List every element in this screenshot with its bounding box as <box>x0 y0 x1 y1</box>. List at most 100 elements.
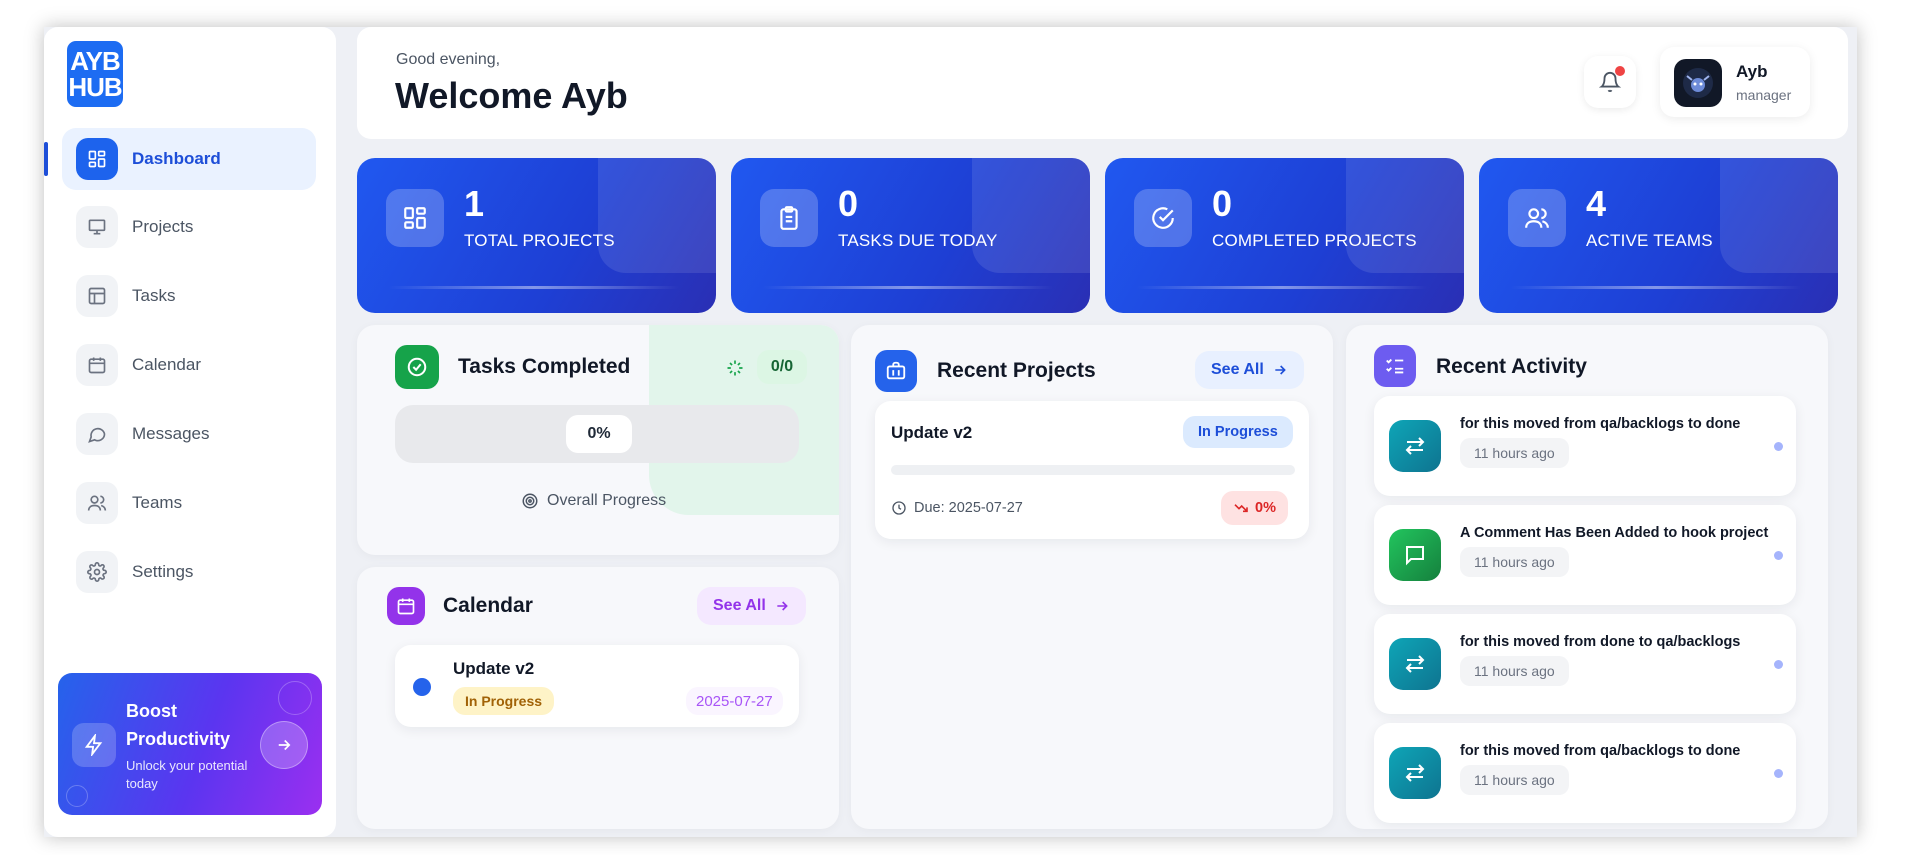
sidebar-item-calendar[interactable]: Calendar <box>62 334 316 396</box>
stat-card-completed-projects[interactable]: 0 COMPLETED PROJECTS <box>1105 158 1464 313</box>
user-profile-button[interactable]: Ayb manager <box>1660 47 1810 117</box>
chat-icon <box>76 413 118 455</box>
unread-dot <box>1774 442 1783 451</box>
stat-label: COMPLETED PROJECTS <box>1212 231 1417 250</box>
sidebar-item-label: Calendar <box>132 355 201 374</box>
sidebar-item-dashboard[interactable]: Dashboard <box>44 128 316 190</box>
target-icon <box>522 493 538 509</box>
project-name: Update v2 <box>891 423 973 442</box>
stat-label: TOTAL PROJECTS <box>464 231 615 250</box>
calendar-see-all-button[interactable]: See All <box>697 587 806 625</box>
activity-text: for this moved from qa/backlogs to done <box>1460 416 1741 432</box>
sidebar-item-label: Settings <box>132 562 194 581</box>
caption-text: Overall Progress <box>547 492 667 509</box>
card-shine-line <box>389 286 679 289</box>
unread-dot <box>1774 769 1783 778</box>
app-logo[interactable]: AYB HUB <box>67 41 123 107</box>
clock-icon <box>892 501 906 515</box>
grid-icon <box>386 189 444 247</box>
status-badge: In Progress <box>453 687 555 715</box>
activity-item[interactable]: for this moved from qa/backlogs to done … <box>1374 723 1796 823</box>
swap-arrows-icon <box>1389 420 1441 472</box>
overall-progress-caption: Overall Progress <box>521 492 666 510</box>
trending-down-icon <box>1234 504 1248 513</box>
activity-text: A Comment Has Been Added to hook project <box>1460 525 1769 541</box>
lightning-icon <box>72 723 116 767</box>
avatar-image <box>1683 68 1713 98</box>
decorative-ring <box>66 785 88 807</box>
layout-icon <box>76 275 118 317</box>
calendar-icon <box>76 344 118 386</box>
sparkle-icon <box>725 358 745 383</box>
see-all-label: See All <box>713 597 766 614</box>
briefcase-icon <box>875 350 917 392</box>
logo-line-2: HUB <box>68 72 122 102</box>
arrow-right-icon <box>1275 365 1286 375</box>
user-role: manager <box>1736 87 1792 103</box>
swap-arrows-icon <box>1389 638 1441 690</box>
event-dot <box>413 678 431 696</box>
tasks-completed-panel: Tasks Completed 0/0 0% Overall Progress <box>357 325 839 555</box>
activity-item[interactable]: for this moved from done to qa/backlogs … <box>1374 614 1796 714</box>
boost-productivity-card[interactable]: Boost Productivity Unlock your potential… <box>58 673 322 815</box>
avatar <box>1674 59 1722 107</box>
recent-projects-panel: Recent Projects See All Update v2 In Pro… <box>851 325 1333 829</box>
calendar-icon <box>387 587 425 625</box>
stat-card-total-projects[interactable]: 1 TOTAL PROJECTS <box>357 158 716 313</box>
sidebar-item-label: Teams <box>132 493 183 512</box>
project-due: Due: 2025-07-27 <box>891 500 1023 516</box>
project-card[interactable]: Update v2 In Progress Due: 2025-07-27 0% <box>875 401 1309 539</box>
users-icon <box>1508 189 1566 247</box>
event-name: Update v2 <box>453 659 535 678</box>
card-glass-decoration <box>1720 158 1838 273</box>
calendar-event-card[interactable]: Update v2 In Progress 2025-07-27 <box>395 645 799 727</box>
calendar-panel: Calendar See All Update v2 In Progress 2… <box>357 567 839 829</box>
activity-item[interactable]: for this moved from qa/backlogs to done … <box>1374 396 1796 496</box>
activity-time: 11 hours ago <box>1460 438 1569 468</box>
event-date: 2025-07-27 <box>686 687 783 715</box>
card-glass-decoration <box>1346 158 1464 273</box>
notifications-button[interactable] <box>1584 56 1636 108</box>
sidebar-item-label: Tasks <box>132 286 176 305</box>
clipboard-icon <box>760 189 818 247</box>
greeting-text: Good evening, <box>396 51 501 68</box>
progress-change-badge: 0% <box>1221 491 1288 525</box>
activity-time: 11 hours ago <box>1460 765 1569 795</box>
stat-value: 0 <box>838 183 859 224</box>
sidebar-item-projects[interactable]: Projects <box>62 196 316 258</box>
project-progress-bar <box>891 465 1295 475</box>
sidebar-item-messages[interactable]: Messages <box>62 403 316 465</box>
progress-percent: 0% <box>566 415 632 453</box>
sidebar: AYB HUB Dashboard Projects Tasks Calenda… <box>44 27 336 837</box>
decorative-ring <box>278 681 312 715</box>
stat-value: 4 <box>1586 183 1607 224</box>
sidebar-item-label: Messages <box>132 424 210 443</box>
stat-label: TASKS DUE TODAY <box>838 231 998 250</box>
activity-time: 11 hours ago <box>1460 547 1569 577</box>
users-icon <box>76 482 118 524</box>
status-badge: In Progress <box>1183 416 1293 448</box>
boost-subtitle: Unlock your potential today <box>126 758 248 791</box>
logo-line-1: AYB <box>70 46 121 76</box>
stat-card-tasks-due-today[interactable]: 0 TASKS DUE TODAY <box>731 158 1090 313</box>
card-glass-decoration <box>598 158 716 273</box>
stat-card-active-teams[interactable]: 4 ACTIVE TEAMS <box>1479 158 1838 313</box>
dashboard-icon <box>76 138 118 180</box>
list-check-icon <box>1374 345 1416 387</box>
sidebar-item-tasks[interactable]: Tasks <box>62 265 316 327</box>
stat-label: ACTIVE TEAMS <box>1586 231 1713 250</box>
boost-go-button[interactable] <box>260 721 308 769</box>
projects-see-all-button[interactable]: See All <box>1195 351 1304 389</box>
sidebar-item-teams[interactable]: Teams <box>62 472 316 534</box>
stat-value: 0 <box>1212 183 1233 224</box>
sidebar-item-label: Projects <box>132 217 194 236</box>
card-shine-line <box>1511 286 1801 289</box>
presentation-icon <box>76 206 118 248</box>
unread-dot <box>1774 551 1783 560</box>
sidebar-item-settings[interactable]: Settings <box>62 541 316 603</box>
user-name: Ayb <box>1736 62 1768 81</box>
activity-item[interactable]: A Comment Has Been Added to hook project… <box>1374 505 1796 605</box>
panel-title: Recent Activity <box>1436 355 1587 378</box>
check-badge-icon <box>395 345 439 389</box>
active-indicator <box>44 142 48 176</box>
